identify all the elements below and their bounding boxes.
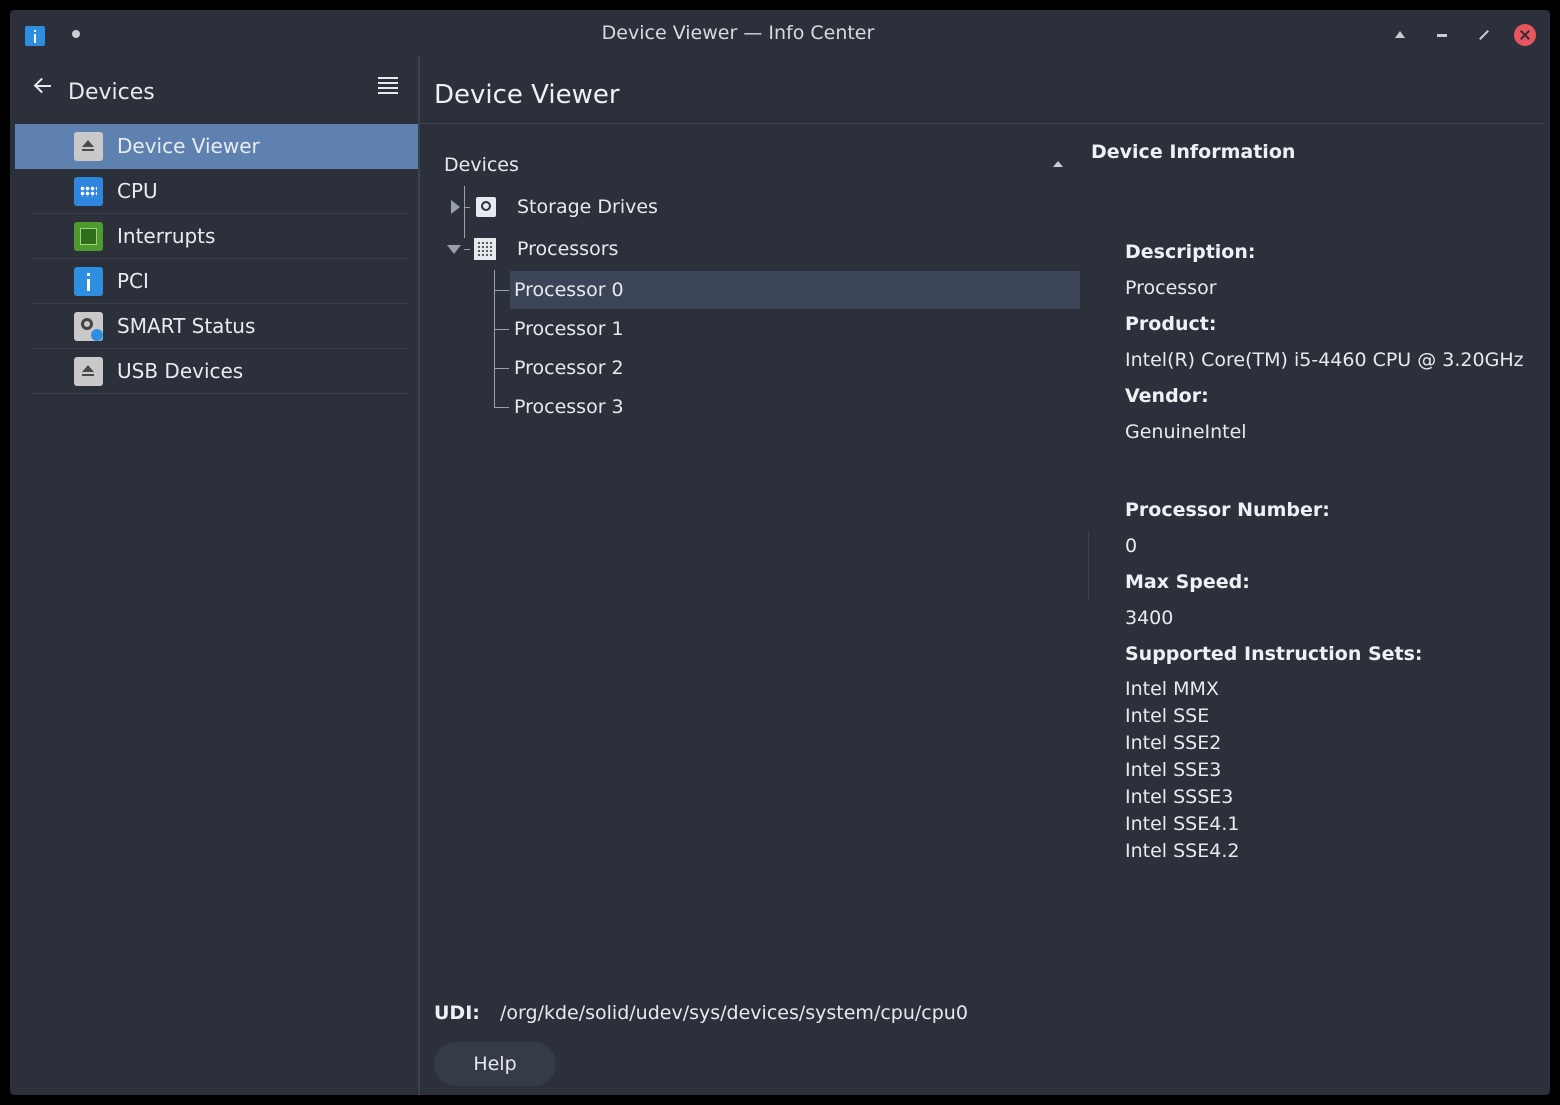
list-item: Intel SSE3 bbox=[1125, 759, 1222, 781]
sidebar-item-label: USB Devices bbox=[117, 359, 244, 383]
sidebar-title: Devices bbox=[68, 80, 155, 105]
instruction-sets-label: Supported Instruction Sets: bbox=[1125, 643, 1423, 665]
sidebar-item-interrupts[interactable]: Interrupts bbox=[15, 214, 418, 259]
maximize-button[interactable] bbox=[1473, 24, 1495, 46]
sidebar-item-cpu[interactable]: CPU bbox=[15, 169, 418, 214]
tree-branch-line bbox=[494, 368, 509, 369]
list-item: Intel SSSE3 bbox=[1125, 786, 1234, 808]
list-item: Intel SSE4.1 bbox=[1125, 813, 1240, 835]
title-bar: Device Viewer — Info Center bbox=[10, 10, 1550, 56]
product-value: Intel(R) Core(TM) i5-4460 CPU @ 3.20GHz bbox=[1125, 349, 1524, 371]
list-item: Intel MMX bbox=[1125, 678, 1219, 700]
max-speed-label: Max Speed: bbox=[1125, 571, 1250, 593]
sort-ascending-icon[interactable] bbox=[1053, 161, 1063, 167]
vendor-label: Vendor: bbox=[1125, 385, 1209, 407]
tree-node-processor-3[interactable]: Processor 3 bbox=[514, 396, 624, 418]
panel-splitter[interactable] bbox=[1088, 531, 1089, 601]
device-info-header: Device Information bbox=[1091, 141, 1296, 163]
storage-drive-icon bbox=[476, 197, 496, 217]
product-label: Product: bbox=[1125, 313, 1217, 335]
tree-branch-line bbox=[464, 249, 470, 250]
tree-node-storage-drives[interactable]: Storage Drives bbox=[517, 196, 658, 218]
expand-arrow-icon[interactable] bbox=[451, 200, 460, 214]
usb-devices-icon bbox=[74, 357, 103, 386]
help-button[interactable]: Help bbox=[434, 1042, 556, 1086]
tree-node-processor-2[interactable]: Processor 2 bbox=[514, 357, 624, 379]
max-speed-value: 3400 bbox=[1125, 607, 1174, 629]
sidebar-list: Device Viewer CPU Interrupts PCI SMART S bbox=[15, 124, 418, 394]
tree-branch-line bbox=[494, 290, 509, 291]
app-window: Device Viewer — Info Center Devices Devi… bbox=[10, 10, 1550, 1095]
page-title: Device Viewer bbox=[434, 80, 620, 110]
cpu-icon bbox=[74, 177, 103, 206]
processor-chip-icon bbox=[474, 238, 496, 260]
description-label: Description: bbox=[1125, 241, 1256, 263]
sidebar: Devices Device Viewer CPU Interrupts PCI… bbox=[10, 56, 418, 1095]
list-item: Intel SSE bbox=[1125, 705, 1210, 727]
sidebar-item-pci[interactable]: PCI bbox=[15, 259, 418, 304]
sidebar-item-label: Device Viewer bbox=[117, 134, 260, 158]
minimize-button[interactable] bbox=[1431, 24, 1453, 46]
vendor-value: GenuineIntel bbox=[1125, 421, 1247, 443]
tree-node-processors[interactable]: Processors bbox=[517, 238, 618, 260]
processor-number-value: 0 bbox=[1125, 535, 1138, 557]
list-item: Intel SSE4.2 bbox=[1125, 840, 1240, 862]
collapse-arrow-icon[interactable] bbox=[447, 245, 461, 254]
pci-info-icon bbox=[74, 267, 103, 296]
processor-number-label: Processor Number: bbox=[1125, 499, 1330, 521]
close-button[interactable] bbox=[1514, 24, 1536, 46]
tree-branch-line bbox=[494, 329, 509, 330]
keep-above-button[interactable] bbox=[1389, 24, 1411, 46]
list-item: Intel SSE2 bbox=[1125, 732, 1222, 754]
main-content: Device Viewer Devices Storage Drives Pro… bbox=[420, 56, 1550, 1095]
tree-branch-line bbox=[464, 207, 470, 208]
tree-node-processor-0[interactable]: Processor 0 bbox=[514, 279, 624, 301]
sidebar-item-usb-devices[interactable]: USB Devices bbox=[15, 349, 418, 394]
sidebar-item-label: SMART Status bbox=[117, 314, 256, 338]
sidebar-item-device-viewer[interactable]: Device Viewer bbox=[15, 124, 418, 169]
sidebar-item-smart-status[interactable]: SMART Status bbox=[15, 304, 418, 349]
hamburger-menu-icon[interactable] bbox=[376, 74, 400, 96]
window-title: Device Viewer — Info Center bbox=[601, 22, 875, 44]
udi-label: UDI: bbox=[434, 1002, 480, 1024]
smart-status-icon bbox=[74, 312, 103, 341]
sidebar-item-label: Interrupts bbox=[117, 224, 216, 248]
instruction-sets-list: Intel MMX Intel SSE Intel SSE2 Intel SSE… bbox=[1125, 676, 1239, 865]
udi-value: /org/kde/solid/udev/sys/devices/system/c… bbox=[500, 1002, 968, 1024]
tree-node-processor-1[interactable]: Processor 1 bbox=[514, 318, 624, 340]
tree-branch-line bbox=[494, 407, 509, 408]
sidebar-item-label: PCI bbox=[117, 269, 149, 293]
sidebar-item-label: CPU bbox=[117, 179, 158, 203]
interrupts-icon bbox=[74, 222, 103, 251]
title-divider bbox=[420, 123, 1544, 124]
tree-column-header[interactable]: Devices bbox=[444, 154, 519, 176]
tree-branch-line bbox=[464, 186, 465, 238]
device-viewer-icon bbox=[74, 132, 103, 161]
description-value: Processor bbox=[1125, 277, 1217, 299]
back-arrow-icon[interactable] bbox=[32, 75, 54, 97]
